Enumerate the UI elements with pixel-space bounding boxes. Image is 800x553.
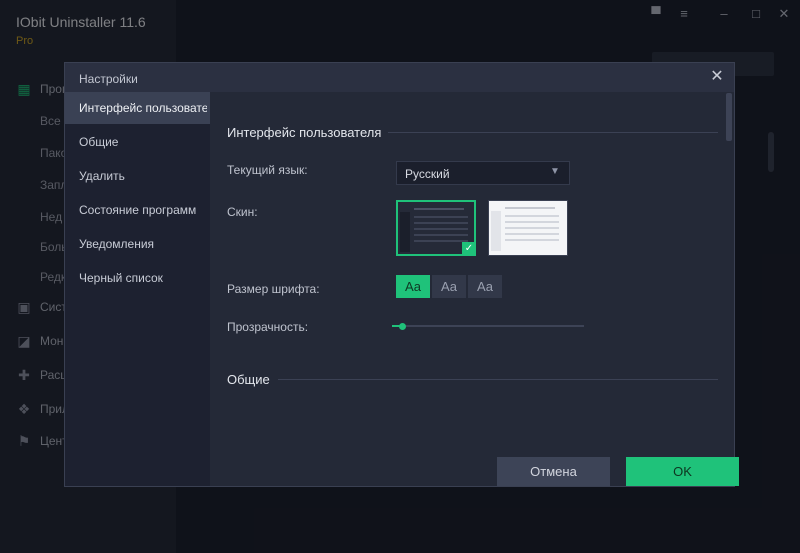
settings-nav: Интерфейс пользовател Общие Удалить Сост… <box>65 92 210 486</box>
skin-preview-line <box>414 216 468 218</box>
section-title-general: Общие <box>227 372 270 387</box>
skin-preview-line <box>505 221 559 223</box>
ok-button[interactable]: OK <box>626 457 739 486</box>
skin-preview-line <box>505 207 555 209</box>
section-divider <box>388 132 718 133</box>
cancel-button[interactable]: Отмена <box>497 457 610 486</box>
skin-preview-line <box>414 228 468 230</box>
dialog-title: Настройки <box>79 72 138 86</box>
dialog-titlebar: Настройки ✕ <box>65 63 734 92</box>
skin-preview-line <box>414 240 468 242</box>
section-title-ui: Интерфейс пользователя <box>227 125 382 140</box>
nav-item-notifications[interactable]: Уведомления <box>65 228 210 260</box>
nav-item-program-status[interactable]: Состояние программ <box>65 194 210 226</box>
font-size-label: Размер шрифта: <box>227 282 320 296</box>
skin-light-option[interactable] <box>488 200 568 256</box>
settings-dialog: Настройки ✕ Интерфейс пользовател Общие … <box>64 62 739 487</box>
language-label: Текущий язык: <box>227 163 308 177</box>
font-size-small-button[interactable]: Aa <box>396 275 430 298</box>
font-size-large-button[interactable]: Aa <box>468 275 502 298</box>
language-value: Русский <box>405 167 450 181</box>
skin-preview-sidebar <box>400 212 410 252</box>
skin-preview-line <box>414 208 464 210</box>
transparency-slider-thumb[interactable] <box>398 323 406 330</box>
font-size-medium-button[interactable]: Aa <box>432 275 466 298</box>
nav-item-label: Уведомления <box>79 237 155 251</box>
checkmark-icon: ✓ <box>462 242 476 256</box>
section-divider <box>278 379 718 380</box>
skin-preview-line <box>505 239 559 241</box>
nav-item-label: Удалить <box>79 169 125 183</box>
nav-item-blacklist[interactable]: Черный список <box>65 262 210 294</box>
transparency-label: Прозрачность: <box>227 320 309 334</box>
transparency-slider[interactable] <box>392 325 584 327</box>
chevron-down-icon: ▼ <box>550 166 560 177</box>
nav-item-label: Состояние программ <box>79 203 197 217</box>
skin-preview-line <box>505 227 559 229</box>
nav-item-label: Общие <box>79 135 119 149</box>
skin-preview-line <box>505 215 559 217</box>
close-icon[interactable]: ✕ <box>708 68 726 86</box>
skin-preview-line <box>505 233 559 235</box>
skin-dark-option[interactable]: ✓ <box>396 200 476 256</box>
language-select[interactable]: Русский ▼ <box>396 161 570 185</box>
nav-item-label: Черный список <box>79 271 163 285</box>
nav-item-uninstall[interactable]: Удалить <box>65 160 210 192</box>
skin-preview-sidebar <box>491 211 501 251</box>
skin-preview-line <box>414 222 468 224</box>
skin-label: Скин: <box>227 205 258 219</box>
nav-item-general[interactable]: Общие <box>65 126 210 158</box>
skin-preview-line <box>414 234 468 236</box>
nav-item-user-interface[interactable]: Интерфейс пользовател <box>65 92 210 124</box>
nav-item-label: Интерфейс пользовател <box>79 101 207 115</box>
settings-content: Интерфейс пользователя Текущий язык: Рус… <box>210 92 739 486</box>
